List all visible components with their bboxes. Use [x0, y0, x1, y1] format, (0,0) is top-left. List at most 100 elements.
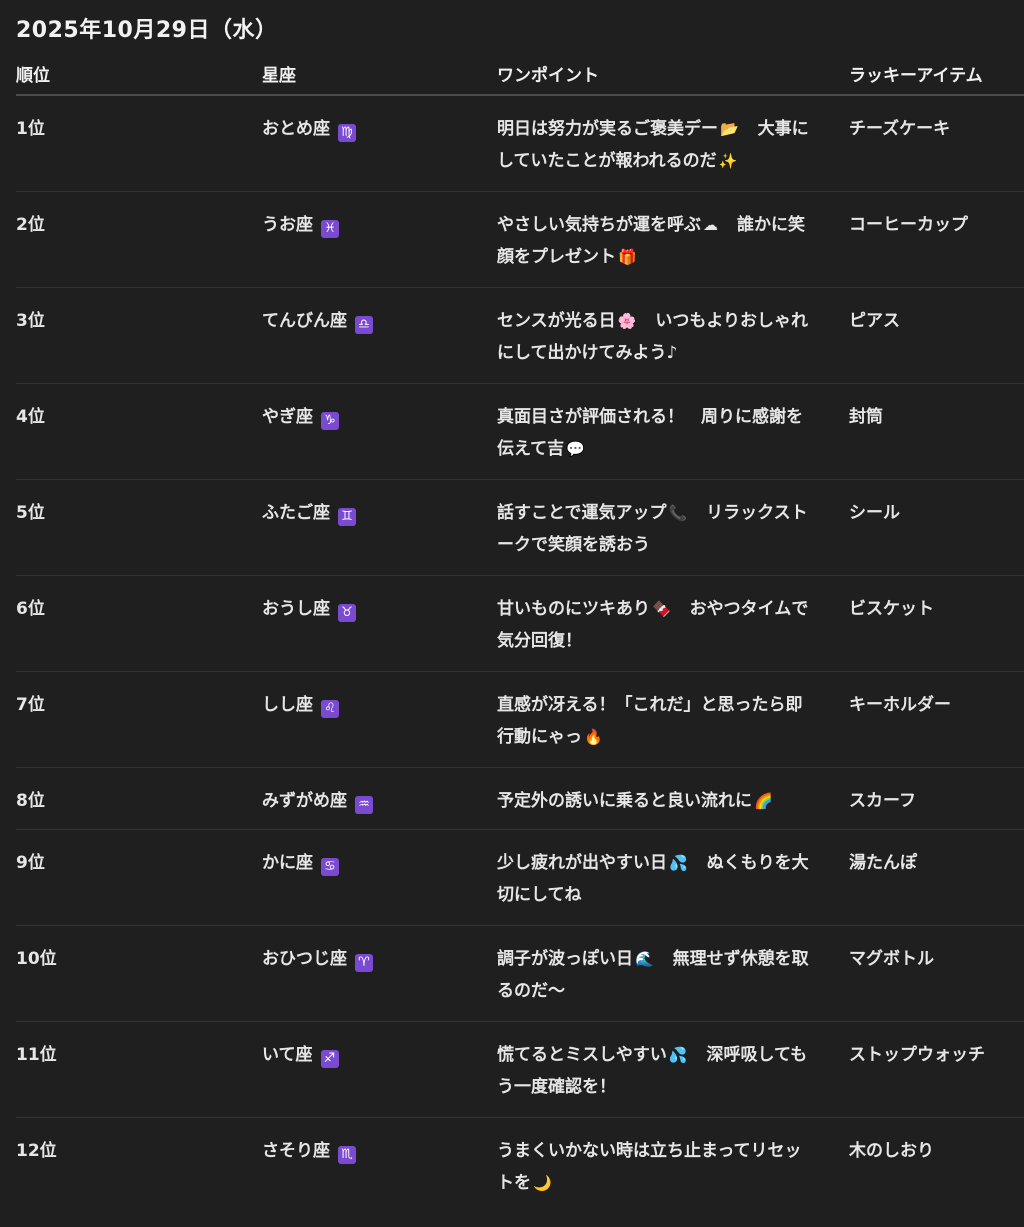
- fire-icon: 🔥: [584, 728, 603, 746]
- table-row: 3位 てんびん座 ♎ センスが光る日 🌸 いつもよりおしゃれにして出かけてみよう♪ …: [16, 288, 1024, 384]
- phone-icon: 📞: [668, 504, 688, 522]
- point-cell: 話すことで運気アップ 📞 リラックストークで笑顔を誘おう: [497, 497, 817, 561]
- table-header: 順位 星座 ワンポイント ラッキーアイテム: [16, 52, 1024, 96]
- point-text: センスが光る日: [497, 311, 616, 331]
- item-cell: ピアス: [849, 311, 900, 331]
- flower-icon: 🌸: [617, 312, 637, 330]
- point-text: 真面目さが評価される！ 周りに感謝を伝えて吉: [497, 407, 803, 459]
- sign-cell: みずがめ座 ♒: [262, 790, 373, 814]
- point-cell: 甘いものにツキあり 🍫 おやつタイムで気分回復！: [497, 593, 817, 657]
- table-row: 7位 しし座 ♌ 直感が冴える！「これだ」と思ったら即行動にゃっ 🔥 キーホルダー: [16, 672, 1024, 768]
- point-cell: 少し疲れが出やすい日 💦 ぬくもりを大切にしてね: [497, 847, 817, 911]
- table-row: 10位 おひつじ座 ♈ 調子が波っぽい日 🌊 無理せず休憩を取るのだ〜 マグボトル: [16, 926, 1024, 1022]
- sign-cell: おひつじ座 ♈: [262, 948, 373, 972]
- point-cell: 明日は努力が実るご褒美デー 📂 大事にしていたことが報われるのだ ✨: [497, 113, 817, 177]
- item-cell: コーヒーカップ: [849, 215, 968, 235]
- point-text: 明日は努力が実るご褒美デー: [497, 119, 718, 139]
- point-text: 慌てるとミスしやすい: [497, 1045, 667, 1065]
- item-cell: ストップウォッチ: [849, 1045, 985, 1065]
- rank-cell: 9位: [16, 853, 45, 873]
- sign-cell: さそり座 ♏: [262, 1140, 356, 1164]
- header-point: ワンポイント: [497, 66, 599, 86]
- table-row: 9位 かに座 ♋ 少し疲れが出やすい日 💦 ぬくもりを大切にしてね 湯たんぽ: [16, 830, 1024, 926]
- point-cell: 予定外の誘いに乗ると良い流れに 🌈: [497, 785, 817, 817]
- point-text: 調子が波っぽい日: [497, 949, 633, 969]
- rank-cell: 10位: [16, 949, 57, 969]
- virgo-icon: ♍: [338, 124, 356, 142]
- point-text: 直感が冴える！「これだ」と思ったら即行動にゃっ: [497, 695, 803, 747]
- aries-icon: ♈: [355, 954, 373, 972]
- moon-icon: 🌙: [533, 1174, 552, 1192]
- point-cell: うまくいかない時は立ち止まってリセットを 🌙: [497, 1135, 817, 1199]
- sweat-drops-icon: 💦: [668, 1046, 688, 1064]
- rank-cell: 11位: [16, 1045, 57, 1065]
- table-row: 5位 ふたご座 ♊ 話すことで運気アップ 📞 リラックストークで笑顔を誘おう シール: [16, 480, 1024, 576]
- point-cell: 真面目さが評価される！ 周りに感謝を伝えて吉 💬: [497, 401, 817, 465]
- sign-cell: やぎ座 ♑: [262, 406, 339, 430]
- capricorn-icon: ♑: [321, 412, 339, 430]
- item-cell: 木のしおり: [849, 1141, 934, 1161]
- rank-cell: 5位: [16, 503, 45, 523]
- header-rank: 順位: [16, 66, 50, 86]
- wave-icon: 🌊: [635, 950, 654, 968]
- speech-bubble-icon: 💬: [566, 440, 585, 458]
- table-row: 1位 おとめ座 ♍ 明日は努力が実るご褒美デー 📂 大事にしていたことが報われるのだ…: [16, 96, 1024, 192]
- sweat-drops-icon: 💦: [669, 854, 688, 872]
- rank-cell: 1位: [16, 119, 45, 139]
- header-sign: 星座: [262, 66, 296, 86]
- sign-cell: おうし座 ♉: [262, 598, 356, 622]
- chocolate-icon: 🍫: [652, 600, 671, 618]
- folder-icon: 📂: [720, 120, 739, 138]
- sign-cell: しし座 ♌: [262, 694, 339, 718]
- sign-name: おとめ座: [262, 119, 330, 139]
- point-cell: センスが光る日 🌸 いつもよりおしゃれにして出かけてみよう♪: [497, 305, 817, 369]
- item-cell: ビスケット: [849, 599, 934, 619]
- cancer-icon: ♋: [321, 858, 339, 876]
- point-cell: 慌てるとミスしやすい 💦 深呼吸してもう一度確認を！: [497, 1039, 817, 1103]
- sign-cell: いて座 ♐: [262, 1044, 339, 1068]
- sign-name: うお座: [262, 215, 313, 235]
- gemini-icon: ♊: [338, 508, 356, 526]
- pisces-icon: ♓: [321, 220, 339, 238]
- sign-name: ふたご座: [262, 503, 330, 523]
- rank-cell: 8位: [16, 791, 45, 811]
- item-cell: マグボトル: [849, 949, 934, 969]
- table-row: 11位 いて座 ♐ 慌てるとミスしやすい 💦 深呼吸してもう一度確認を！ ストップウ…: [16, 1022, 1024, 1118]
- sign-name: やぎ座: [262, 407, 313, 427]
- sign-name: おうし座: [262, 599, 330, 619]
- sign-name: みずがめ座: [262, 791, 347, 811]
- rainbow-icon: 🌈: [754, 792, 773, 810]
- table-row: 8位 みずがめ座 ♒ 予定外の誘いに乗ると良い流れに 🌈 スカーフ: [16, 768, 1024, 830]
- page-title: 2025年10月29日（水）: [16, 18, 278, 43]
- sign-name: さそり座: [262, 1141, 330, 1161]
- sign-cell: うお座 ♓: [262, 214, 339, 238]
- table-row: 4位 やぎ座 ♑ 真面目さが評価される！ 周りに感謝を伝えて吉 💬 封筒: [16, 384, 1024, 480]
- sign-name: てんびん座: [262, 311, 347, 331]
- sign-cell: ふたご座 ♊: [262, 502, 356, 526]
- rank-cell: 6位: [16, 599, 45, 619]
- point-text: 甘いものにツキあり: [497, 599, 650, 619]
- header-item: ラッキーアイテム: [849, 66, 983, 86]
- sign-name: いて座: [262, 1045, 313, 1065]
- taurus-icon: ♉: [338, 604, 356, 622]
- scorpio-icon: ♏: [338, 1146, 356, 1164]
- sparkles-icon: ✨: [718, 152, 738, 170]
- rank-cell: 12位: [16, 1141, 57, 1161]
- table-row: 2位 うお座 ♓ やさしい気持ちが運を呼ぶ ☁ 誰かに笑顔をプレゼント 🎁 コーヒーカ…: [16, 192, 1024, 288]
- point-cell: 調子が波っぽい日 🌊 無理せず休憩を取るのだ〜: [497, 943, 817, 1007]
- item-cell: チーズケーキ: [849, 119, 951, 139]
- sagittarius-icon: ♐: [320, 1050, 339, 1068]
- table-row: 12位 さそり座 ♏ うまくいかない時は立ち止まってリセットを 🌙 木のしおり: [16, 1118, 1024, 1213]
- libra-icon: ♎: [355, 316, 373, 334]
- rank-cell: 7位: [16, 695, 45, 715]
- item-cell: 湯たんぽ: [849, 853, 917, 873]
- rank-cell: 2位: [16, 215, 45, 235]
- sign-name: おひつじ座: [262, 949, 347, 969]
- point-text: やさしい気持ちが運を呼ぶ: [497, 215, 701, 235]
- aquarius-icon: ♒: [355, 796, 373, 814]
- item-cell: 封筒: [849, 407, 883, 427]
- sign-cell: かに座 ♋: [262, 852, 339, 876]
- point-text: 話すことで運気アップ: [497, 503, 667, 523]
- item-cell: シール: [849, 503, 900, 523]
- sign-cell: てんびん座 ♎: [262, 310, 373, 334]
